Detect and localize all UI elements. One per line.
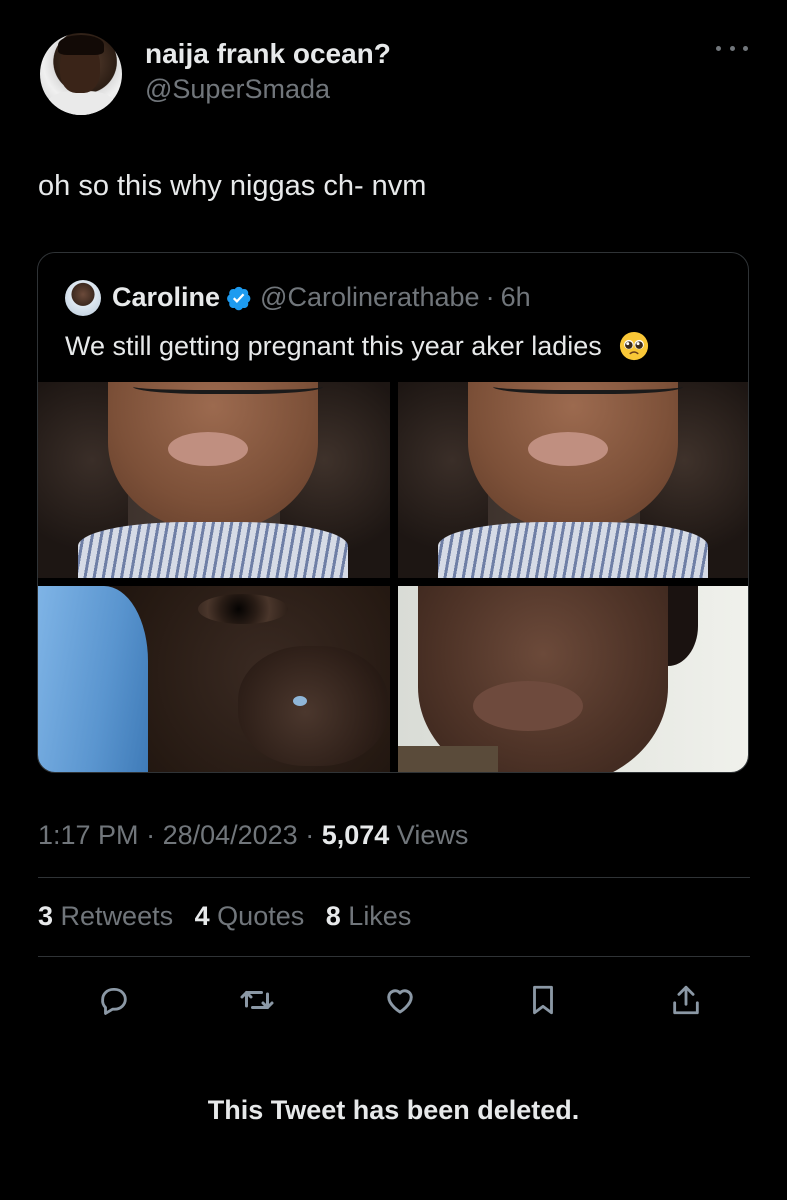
retweets-label: Retweets xyxy=(60,901,174,931)
likes-stat[interactable]: 8 Likes xyxy=(326,901,412,931)
bookmark-icon xyxy=(533,985,553,1015)
quoted-author-handle: @Carolinerathabe xyxy=(260,282,480,312)
reply-icon xyxy=(101,987,127,1015)
quotes-stat[interactable]: 4 Quotes xyxy=(195,901,305,931)
quoted-author-name: Caroline xyxy=(112,282,221,312)
bookmark-button[interactable] xyxy=(524,981,562,1019)
media-grid xyxy=(38,382,748,772)
author-display-name[interactable]: naija frank ocean? xyxy=(145,38,391,70)
retweets-count: 3 xyxy=(38,901,54,931)
photo-4[interactable] xyxy=(398,586,748,772)
quoted-tweet-text-row: We still getting pregnant this year aker… xyxy=(65,331,649,362)
photo-2[interactable] xyxy=(398,382,748,578)
more-options-icon[interactable] xyxy=(712,36,752,60)
tweet-time: 1:17 PM xyxy=(38,820,139,850)
tweet-meta: 1:17 PM · 28/04/2023 · 5,074 Views xyxy=(38,820,468,851)
author-avatar[interactable] xyxy=(40,33,122,115)
photo-3[interactable] xyxy=(38,586,390,772)
photo-1[interactable] xyxy=(38,382,390,578)
retweet-button[interactable] xyxy=(238,981,276,1019)
quoted-tweet-header: Caroline @Carolinerathabe · 6h xyxy=(112,282,531,313)
engagement-stats: 3 Retweets 4 Quotes 8 Likes xyxy=(38,901,425,932)
like-button[interactable] xyxy=(381,981,419,1019)
share-button[interactable] xyxy=(667,981,705,1019)
share-icon xyxy=(673,985,699,1015)
tweet-page: naija frank ocean? @SuperSmada oh so thi… xyxy=(0,0,787,1200)
like-icon xyxy=(387,989,413,1014)
author-handle[interactable]: @SuperSmada xyxy=(145,74,330,105)
retweet-icon xyxy=(240,991,274,1009)
quoted-tweet-card[interactable]: Caroline @Carolinerathabe · 6h We still … xyxy=(37,252,749,773)
views-label: Views xyxy=(396,820,469,850)
action-bar xyxy=(95,980,705,1020)
divider xyxy=(38,877,750,878)
quoted-tweet-text: We still getting pregnant this year aker… xyxy=(65,331,602,361)
quoted-author-avatar xyxy=(65,280,101,316)
quotes-count: 4 xyxy=(194,901,210,931)
views-count: 5,074 xyxy=(321,820,390,850)
divider xyxy=(38,956,750,957)
meta-separator: · xyxy=(138,820,163,850)
verified-badge-icon xyxy=(227,286,251,310)
quotes-label: Quotes xyxy=(217,901,305,931)
reply-button[interactable] xyxy=(95,981,133,1019)
retweets-stat[interactable]: 3 Retweets xyxy=(38,901,173,931)
deleted-notice: This Tweet has been deleted. xyxy=(207,1095,580,1125)
header-separator: · xyxy=(485,282,495,312)
quoted-tweet-time: 6h xyxy=(500,282,531,312)
meta-separator: · xyxy=(297,820,322,850)
likes-label: Likes xyxy=(348,901,412,931)
tweet-date: 28/04/2023 xyxy=(162,820,298,850)
tweet-text: oh so this why niggas ch- nvm xyxy=(38,170,427,202)
pleading-face-icon xyxy=(620,331,649,361)
likes-count: 8 xyxy=(325,901,341,931)
